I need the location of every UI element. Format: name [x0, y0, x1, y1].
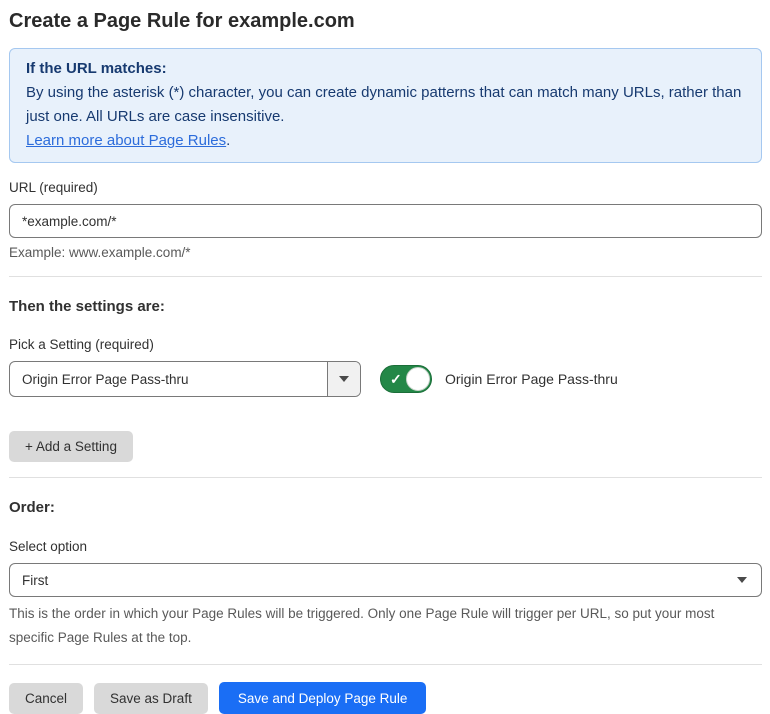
chevron-down-icon [737, 577, 747, 583]
setting-select[interactable]: Origin Error Page Pass-thru [9, 361, 361, 397]
add-setting-button[interactable]: + Add a Setting [9, 431, 133, 462]
setting-toggle[interactable]: ✓ [380, 365, 432, 393]
url-input[interactable] [9, 204, 762, 238]
link-suffix: . [226, 132, 231, 149]
url-field-label: URL (required) [9, 180, 98, 195]
chevron-down-icon [339, 376, 349, 382]
save-and-deploy-button[interactable]: Save and Deploy Page Rule [218, 682, 427, 714]
url-example-helper: Example: www.example.com/* [9, 245, 191, 260]
info-box-body: By using the asterisk (*) character, you… [26, 84, 742, 125]
order-select[interactable]: First [9, 563, 762, 597]
footer-actions: Cancel Save as Draft Save and Deploy Pag… [9, 682, 762, 714]
order-section-heading: Order: [9, 499, 55, 516]
divider [9, 276, 762, 277]
save-as-draft-button[interactable]: Save as Draft [94, 682, 208, 714]
setting-select-value: Origin Error Page Pass-thru [22, 371, 189, 387]
check-icon: ✓ [390, 371, 402, 387]
settings-section-heading: Then the settings are: [9, 298, 165, 315]
setting-toggle-label: Origin Error Page Pass-thru [445, 371, 618, 387]
create-page-rule-form: Create a Page Rule for example.com If th… [0, 0, 770, 714]
setting-select-arrow-button[interactable] [327, 362, 360, 396]
pick-setting-label: Pick a Setting (required) [9, 337, 154, 352]
learn-more-link[interactable]: Learn more about Page Rules [26, 132, 226, 149]
order-select-label: Select option [9, 539, 88, 554]
divider [9, 477, 762, 478]
order-helper-text: This is the order in which your Page Rul… [9, 606, 715, 645]
url-match-info-box: If the URL matches: By using the asteris… [9, 48, 762, 163]
setting-row: Origin Error Page Pass-thru ✓ Origin Err… [9, 361, 762, 397]
info-box-heading: If the URL matches: [26, 60, 167, 77]
order-select-value: First [22, 572, 49, 588]
cancel-button[interactable]: Cancel [9, 682, 84, 714]
divider [9, 664, 762, 665]
page-title: Create a Page Rule for example.com [9, 10, 355, 32]
toggle-knob [406, 367, 430, 391]
